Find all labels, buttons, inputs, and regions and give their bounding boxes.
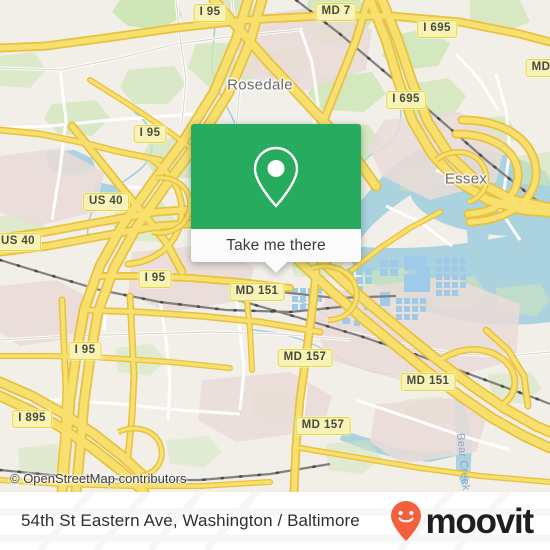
road-shield: I 95 [68,342,102,360]
road-shield: MD 151 [229,283,285,301]
road-shield: I 95 [133,125,167,143]
location-title: 54th St Eastern Ave, Washington / Baltim… [21,511,360,530]
road-shield: I 695 [417,20,457,38]
road-shield: I 695 [386,91,426,109]
moovit-wordmark: moovit [425,501,534,541]
map-canvas[interactable]: I 95 MD 7 I 695 MD I 695 I 95 US 40 US 40 I 95 MD… [0,0,550,492]
take-me-there-label: Take me there [226,236,326,254]
place-label: Essex [444,170,488,188]
moovit-smiley-pin-icon [391,501,422,541]
map-pin-icon [253,146,299,208]
road-shield: MD 157 [277,349,333,367]
road-shield: US 40 [83,193,129,211]
road-shield: I 895 [12,410,52,428]
location-popup[interactable]: Take me there [191,124,361,273]
map-attribution: © OpenStreetMap contributors [10,471,187,486]
road-shield: MD 151 [400,373,456,391]
take-me-there-button[interactable]: Take me there [191,229,361,262]
road-shield: US 40 [0,233,41,251]
road-shield: I 95 [138,270,172,288]
popup-image-area [191,124,361,229]
moovit-brand[interactable]: moovit [389,500,534,542]
place-label: Rosedale [227,76,293,94]
road-shield: MD 7 [315,3,357,21]
popup-tail [265,262,287,273]
road-shield: MD [525,59,550,77]
road-shield: I 95 [193,4,227,22]
road-shield: MD 157 [295,417,351,435]
footer-bar: 54th St Eastern Ave, Washington / Baltim… [0,492,550,550]
moovit-map-screenshot: I 95 MD 7 I 695 MD I 695 I 95 US 40 US 40 I 95 MD… [0,0,550,550]
